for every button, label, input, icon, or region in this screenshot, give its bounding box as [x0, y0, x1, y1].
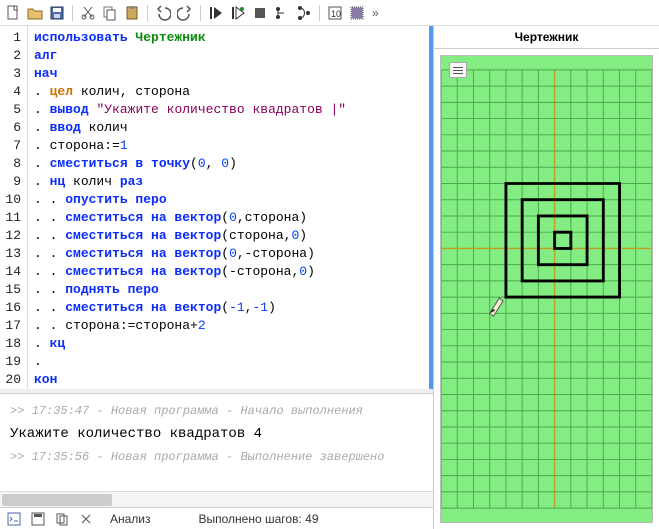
- stop-icon[interactable]: [251, 4, 269, 22]
- drawer-title: Чертежник: [434, 26, 659, 49]
- code-area[interactable]: использовать Чертежникалгнач. цел колич,…: [28, 26, 429, 389]
- paste-icon[interactable]: [123, 4, 141, 22]
- console-system-line: >> 17:35:47 - Новая программа - Начало в…: [10, 404, 423, 418]
- canvas-menu-icon[interactable]: [449, 62, 467, 78]
- step-over-icon[interactable]: [273, 4, 291, 22]
- toolbar-separator: [200, 5, 201, 21]
- console-user-line: Укажите количество квадратов 4: [10, 426, 423, 442]
- status-bar: Анализ Выполнено шагов: 49: [0, 507, 433, 529]
- console-toggle-icon[interactable]: [6, 511, 22, 527]
- copy-small-icon[interactable]: [54, 511, 70, 527]
- redo-icon[interactable]: [176, 4, 194, 22]
- console-system-line: >> 17:35:56 - Новая программа - Выполнен…: [10, 450, 423, 464]
- save-small-icon[interactable]: [30, 511, 46, 527]
- line-gutter: 1234567891011121314151617181920212223: [0, 26, 28, 389]
- svg-text:10: 10: [331, 9, 341, 19]
- copy-icon[interactable]: [101, 4, 119, 22]
- new-icon[interactable]: [4, 4, 22, 22]
- toggle-grid-icon[interactable]: 10: [326, 4, 344, 22]
- toolbar-overflow-icon[interactable]: »: [370, 6, 381, 20]
- horizontal-scrollbar[interactable]: [0, 491, 433, 507]
- save-icon[interactable]: [48, 4, 66, 22]
- cut-icon[interactable]: [79, 4, 97, 22]
- main-toolbar: 10 »: [0, 0, 659, 26]
- run-step-icon[interactable]: [229, 4, 247, 22]
- open-icon[interactable]: [26, 4, 44, 22]
- status-steps: Выполнено шагов: 49: [199, 512, 319, 526]
- toolbar-separator: [147, 5, 148, 21]
- drawer-canvas[interactable]: [440, 55, 653, 523]
- undo-icon[interactable]: [154, 4, 172, 22]
- fill-icon[interactable]: [348, 4, 366, 22]
- run-icon[interactable]: [207, 4, 225, 22]
- status-analysis[interactable]: Анализ: [110, 512, 151, 526]
- output-console[interactable]: >> 17:35:47 - Новая программа - Начало в…: [0, 393, 433, 491]
- toolbar-separator: [72, 5, 73, 21]
- code-editor[interactable]: 1234567891011121314151617181920212223 ис…: [0, 26, 433, 389]
- toolbar-separator: [319, 5, 320, 21]
- clear-small-icon[interactable]: [78, 511, 94, 527]
- step-into-icon[interactable]: [295, 4, 313, 22]
